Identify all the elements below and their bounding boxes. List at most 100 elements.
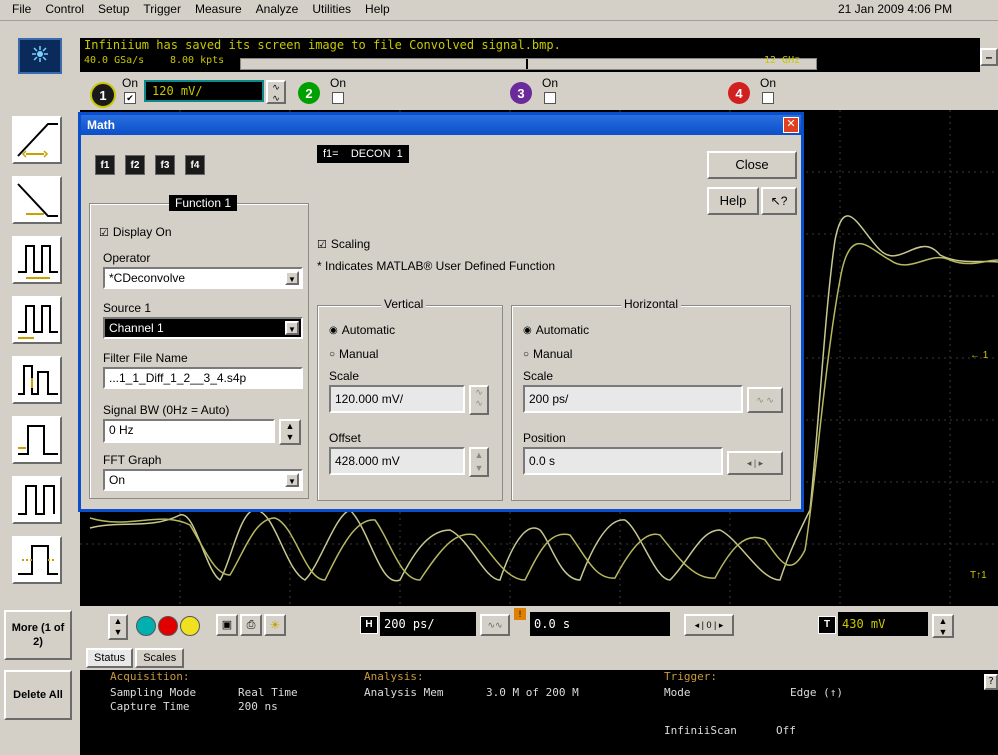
run-indicator-icon[interactable] — [136, 616, 156, 636]
channel-2-checkbox[interactable] — [332, 92, 344, 104]
delay-value[interactable]: 0.0 s — [530, 612, 670, 636]
window-trigger-icon[interactable] — [12, 476, 62, 524]
trigger-title: Trigger: — [664, 670, 717, 683]
menu-item-measure[interactable]: Measure — [195, 2, 242, 16]
function-f3-button[interactable]: f3 — [155, 155, 175, 175]
menu-item-utilities[interactable]: Utilities — [312, 2, 351, 16]
timeout-icon[interactable] — [12, 416, 62, 464]
pointer-help-icon: ↖ — [770, 194, 781, 208]
timebase-h-icon: H — [360, 616, 378, 634]
delay-spinner[interactable]: ◂ | 0 | ▸ — [684, 614, 734, 636]
signal-bw-spinner[interactable]: ▲ ▼ — [279, 419, 301, 445]
channel-3-checkbox[interactable] — [544, 92, 556, 104]
function-f1-button[interactable]: f1 — [95, 155, 115, 175]
channel-1-checkbox[interactable]: ✔ — [124, 92, 136, 104]
vertical-manual-radio[interactable]: ○ Manual — [329, 347, 378, 361]
stop-indicator-icon[interactable] — [158, 616, 178, 636]
channel-1-icon[interactable]: 1 — [90, 82, 116, 108]
vertical-automatic-radio[interactable]: ◉ Automatic — [329, 323, 395, 337]
menu-item-setup[interactable]: Setup — [98, 2, 129, 16]
menu-item-analyze[interactable]: Analyze — [256, 2, 299, 16]
horizontal-automatic-label: Automatic — [535, 323, 590, 337]
horizontal-group-title: Horizontal — [621, 297, 682, 311]
analysis-mem-label: Analysis Mem — [364, 686, 444, 699]
more-button[interactable]: More (1 of 2) — [4, 610, 72, 660]
horizontal-position-input[interactable]: 0.0 s — [523, 447, 723, 475]
brightness-icon[interactable]: ☀ — [264, 614, 286, 636]
operator-select[interactable]: *CDeconvolve ▼ — [103, 267, 303, 289]
radio-selected-icon: ◉ — [329, 324, 338, 336]
trigger-level-marker-icon[interactable]: T↑1 — [970, 570, 987, 581]
runt-icon[interactable] — [12, 356, 62, 404]
menu-bar: File Control Setup Trigger Measure Analyze Uti… — [0, 0, 998, 21]
tab-scales[interactable]: Scales — [135, 648, 185, 668]
trigger-level-value[interactable]: 430 mV — [838, 612, 928, 636]
signal-bw-input[interactable]: 0 Hz — [103, 419, 275, 443]
channel-3-icon[interactable]: 3 — [510, 82, 532, 104]
dialog-close-icon[interactable]: ✕ — [783, 117, 799, 133]
scaling-checkbox[interactable]: ☑ Scaling — [317, 237, 370, 251]
run-stop-spinner[interactable]: ▲ ▼ — [108, 614, 128, 640]
timebase-value[interactable]: 200 ps/ — [380, 612, 476, 636]
scaling-label: Scaling — [330, 237, 371, 251]
delete-all-button[interactable]: Delete All — [4, 670, 72, 720]
channel-1-scale-spinner[interactable]: ∿ ∿ — [266, 80, 286, 104]
function-f4-button[interactable]: f4 — [185, 155, 205, 175]
menu-item-help[interactable]: Help — [365, 2, 390, 16]
glitch-icon[interactable] — [12, 296, 62, 344]
vertical-scale-spinner[interactable]: ∿ ∿ — [469, 385, 489, 415]
channel-1-level-marker-icon[interactable]: ← 1 — [970, 350, 988, 361]
falling-edge-trigger-icon[interactable] — [12, 176, 62, 224]
display-on-checkbox[interactable]: ☑ Display On — [99, 225, 172, 239]
horizontal-position-spinner[interactable]: ◂ | ▸ — [727, 451, 783, 475]
channel-1-scale[interactable]: 120 mV/ — [144, 80, 264, 102]
pulse-width-icon[interactable] — [12, 236, 62, 284]
tab-status[interactable]: Status — [86, 648, 134, 668]
filter-file-input[interactable]: ...1_1_Diff_1_2__3_4.s4p — [103, 367, 303, 389]
setup-hold-icon[interactable] — [12, 536, 62, 584]
signal-bw-label: Signal BW (0Hz = Auto) — [103, 403, 230, 417]
filter-file-label: Filter File Name — [103, 351, 188, 365]
display-on-label: Display On — [112, 225, 172, 239]
vertical-scale-input[interactable]: 120.000 mV/ — [329, 385, 465, 413]
vertical-offset-spinner[interactable]: ▲ ▼ — [469, 447, 489, 477]
minimize-button[interactable]: – — [980, 48, 998, 66]
help-button[interactable]: Help — [707, 187, 759, 215]
menu-item-file[interactable]: File — [12, 2, 31, 16]
single-indicator-icon[interactable] — [180, 616, 200, 636]
close-button[interactable]: Close — [707, 151, 797, 179]
horizontal-scale-input[interactable]: 200 ps/ — [523, 385, 743, 413]
channel-4-icon[interactable]: 4 — [728, 82, 750, 104]
print-icon[interactable]: ⎙ — [240, 614, 262, 636]
channel-2-icon[interactable]: 2 — [298, 82, 320, 104]
status-help-button[interactable]: ? — [984, 674, 998, 690]
channel-row: 1 On ✔ 120 mV/ ∿ ∿ 2 On 3 On 4 On — [80, 76, 998, 108]
vertical-scale-label: Scale — [329, 369, 360, 383]
timebase-spinner[interactable]: ∿∿ — [480, 614, 510, 636]
math-dialog-titlebar: Math ✕ — [81, 115, 801, 135]
source-select[interactable]: Channel 1 ▼ — [103, 317, 303, 339]
trigger-t-icon: T — [818, 616, 836, 634]
channel-1-on-label: On — [122, 76, 139, 90]
sampling-mode-label: Sampling Mode — [110, 686, 197, 699]
trigger-level-spinner[interactable]: ▲ ▼ — [932, 614, 954, 638]
function-f2-button[interactable]: f2 — [125, 155, 145, 175]
whats-this-label: ? — [780, 194, 788, 208]
menu-item-control[interactable]: Control — [45, 2, 84, 16]
vertical-group-title: Vertical — [381, 297, 427, 311]
horizontal-automatic-radio[interactable]: ◉ Automatic — [523, 323, 589, 337]
horizontal-scale-spinner[interactable]: ∿ ∿ — [747, 387, 783, 413]
fft-graph-select[interactable]: On ▼ — [103, 469, 303, 491]
vertical-automatic-label: Automatic — [341, 323, 396, 337]
check-icon: ☑ — [99, 226, 109, 239]
channel-4-checkbox[interactable] — [762, 92, 774, 104]
vertical-offset-input[interactable]: 428.000 mV — [329, 447, 465, 475]
whats-this-button[interactable]: ↖? — [761, 187, 797, 215]
capture-time-label: Capture Time — [110, 700, 190, 713]
autoscale-icon[interactable]: ▣ — [216, 614, 238, 636]
app-logo[interactable] — [18, 38, 62, 74]
horizontal-manual-radio[interactable]: ○ Manual — [523, 347, 572, 361]
rising-edge-trigger-icon[interactable] — [12, 116, 62, 164]
menu-item-trigger[interactable]: Trigger — [143, 2, 181, 16]
acq-points: 8.00 kpts — [170, 55, 225, 66]
